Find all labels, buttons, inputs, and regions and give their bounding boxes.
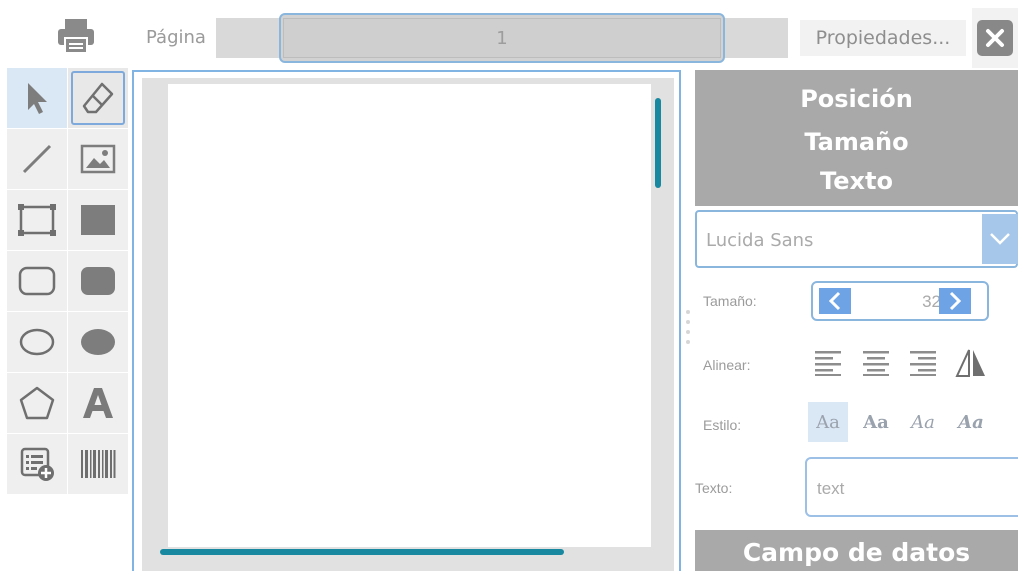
align-center-button[interactable] — [856, 343, 896, 383]
text-tool[interactable] — [68, 373, 128, 433]
align-right-icon — [910, 351, 936, 376]
mirror-icon — [955, 349, 985, 377]
letter-a-icon — [83, 388, 113, 418]
rounded-rectangle-tool[interactable] — [7, 251, 67, 311]
barcode-icon — [81, 450, 116, 478]
style-bold-italic-button[interactable]: Aa — [951, 402, 991, 442]
rectangle-tool[interactable] — [7, 190, 67, 250]
barcode-tool[interactable] — [68, 434, 128, 494]
page-number-input[interactable]: 1 — [279, 13, 725, 63]
close-button[interactable] — [972, 8, 1018, 68]
select-tool[interactable] — [7, 68, 67, 128]
horizontal-scrollbar[interactable] — [160, 549, 564, 555]
ellipse-outline-icon — [19, 328, 55, 356]
rectangle-outline-icon — [18, 204, 56, 236]
align-center-icon — [863, 351, 889, 376]
properties-button[interactable]: Propiedades... — [800, 20, 966, 56]
rectangle-filled-icon — [81, 205, 115, 235]
design-canvas[interactable] — [132, 70, 681, 571]
pentagon-icon — [19, 386, 55, 420]
size-section-header[interactable]: Tamaño — [695, 114, 1018, 160]
properties-panel: Posición Tamaño Texto Lucida Sans Tamaño… — [695, 70, 1018, 571]
arrow-pointer-icon — [28, 83, 47, 114]
vertical-scrollbar[interactable] — [655, 98, 661, 188]
tool-palette — [7, 68, 129, 500]
filled-rectangle-tool[interactable] — [68, 190, 128, 250]
line-tool[interactable] — [7, 129, 67, 189]
increase-size-button[interactable] — [939, 288, 971, 314]
print-button[interactable] — [50, 16, 102, 56]
text-label: Texto: — [695, 480, 733, 496]
top-toolbar: Página 1 Propiedades... — [0, 0, 1018, 68]
chevron-down-icon — [990, 233, 1010, 245]
image-icon — [80, 144, 116, 174]
ellipse-tool[interactable] — [7, 312, 67, 372]
align-left-icon — [815, 351, 841, 376]
font-family-value: Lucida Sans — [706, 230, 814, 251]
image-tool[interactable] — [68, 129, 128, 189]
page-label: Página — [146, 27, 206, 48]
report-designer: Página 1 Propiedades... Posición Tamaño … — [0, 0, 1018, 571]
position-section-header[interactable]: Posición — [695, 70, 1018, 114]
text-section-header[interactable]: Texto — [695, 160, 1018, 206]
close-icon — [986, 29, 1004, 47]
font-dropdown-button[interactable] — [982, 214, 1018, 264]
ellipse-filled-icon — [81, 329, 115, 355]
rounded-rectangle-filled-icon — [81, 267, 115, 295]
align-left-button[interactable] — [808, 343, 848, 383]
canvas-background — [142, 78, 674, 571]
text-content-input[interactable]: text — [805, 457, 1018, 517]
page-number-value: 1 — [283, 18, 721, 58]
style-label: Estilo: — [703, 417, 742, 433]
style-regular-button[interactable]: Aa — [808, 402, 848, 442]
chevron-left-icon — [828, 291, 841, 311]
filled-rounded-rectangle-tool[interactable] — [68, 251, 128, 311]
style-italic-button[interactable]: Aa — [903, 402, 943, 442]
eraser-icon — [82, 82, 114, 114]
line-icon — [22, 144, 52, 174]
size-label: Tamaño: — [703, 293, 757, 309]
data-field-section-header[interactable]: Campo de datos — [695, 530, 1018, 571]
filled-ellipse-tool[interactable] — [68, 312, 128, 372]
decrease-size-button[interactable] — [819, 288, 851, 314]
rounded-rectangle-outline-icon — [18, 266, 56, 296]
page-paper[interactable] — [168, 84, 651, 547]
eraser-tool[interactable] — [68, 68, 128, 128]
mirror-button[interactable] — [951, 343, 991, 383]
data-field-tool[interactable] — [7, 434, 67, 494]
align-label: Alinear: — [703, 357, 751, 373]
text-content-value: text — [817, 479, 845, 498]
chevron-right-icon — [949, 291, 962, 311]
font-size-stepper[interactable]: 32 — [811, 281, 989, 321]
polygon-tool[interactable] — [7, 373, 67, 433]
align-right-button[interactable] — [903, 343, 943, 383]
font-family-select[interactable]: Lucida Sans — [695, 210, 1018, 268]
list-add-icon — [20, 447, 54, 481]
style-bold-button[interactable]: Aa — [856, 402, 896, 442]
printer-icon — [58, 19, 94, 54]
